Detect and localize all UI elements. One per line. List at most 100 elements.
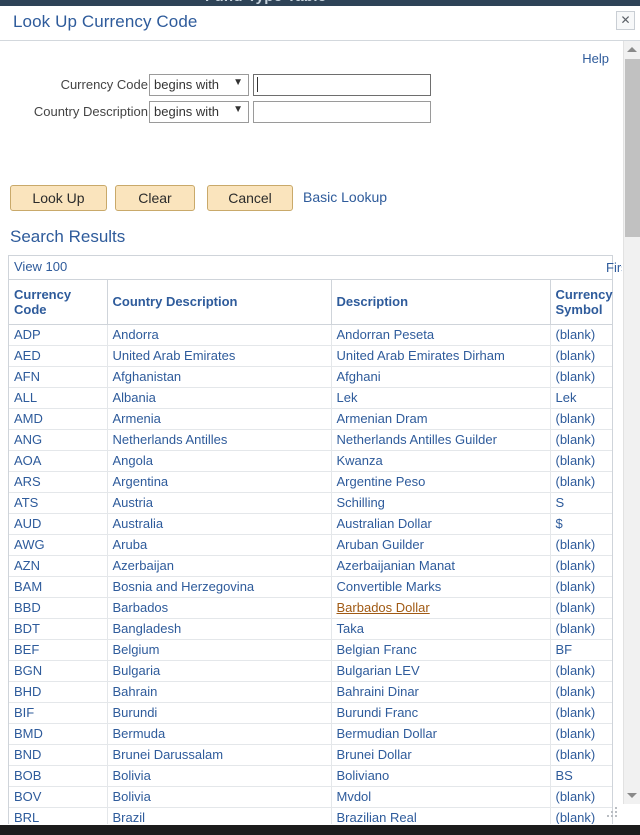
cell-link[interactable]: Bolivia: [113, 768, 151, 783]
cell-link[interactable]: Angola: [113, 453, 153, 468]
cell-link[interactable]: Schilling: [337, 495, 385, 510]
cell-link[interactable]: Bahraini Dinar: [337, 684, 419, 699]
scroll-up-arrow-icon[interactable]: [624, 41, 640, 58]
cell-link[interactable]: Burundi Franc: [337, 705, 419, 720]
cell-link[interactable]: Brunei Darussalam: [113, 747, 224, 762]
cell-link[interactable]: Lek: [556, 390, 577, 405]
column-header-description[interactable]: Description: [331, 280, 551, 325]
cell-link[interactable]: Andorra: [113, 327, 159, 342]
table-cell: AOA: [9, 450, 108, 472]
cell-link[interactable]: United Arab Emirates: [113, 348, 236, 363]
cell-link[interactable]: BRL: [14, 810, 39, 824]
cell-link[interactable]: United Arab Emirates Dirham: [337, 348, 505, 363]
cell-link[interactable]: AZN: [14, 558, 40, 573]
cell-link[interactable]: ADP: [14, 327, 41, 342]
cell-link[interactable]: Bulgarian LEV: [337, 663, 420, 678]
resize-grip-icon[interactable]: [607, 807, 620, 820]
currency-code-operator-select[interactable]: begins with ▼: [149, 74, 249, 96]
cell-link[interactable]: Belgium: [113, 642, 160, 657]
cell-link[interactable]: Brazil: [113, 810, 146, 824]
column-header-country-description[interactable]: Country Description: [107, 280, 332, 325]
cell-link[interactable]: Burundi: [113, 705, 158, 720]
cell-link[interactable]: AWG: [14, 537, 45, 552]
cell-link[interactable]: Australia: [113, 516, 164, 531]
cell-link[interactable]: Boliviano: [337, 768, 390, 783]
cell-link[interactable]: Convertible Marks: [337, 579, 442, 594]
scroll-down-arrow-icon[interactable]: [624, 787, 640, 804]
look-up-button[interactable]: Look Up: [10, 185, 107, 211]
scrollbar-thumb[interactable]: [625, 59, 640, 237]
column-header-currency-symbol[interactable]: Currency Symbol: [550, 280, 613, 325]
cell-link[interactable]: BOB: [14, 768, 41, 783]
cell-link[interactable]: ANG: [14, 432, 42, 447]
cell-link[interactable]: Albania: [113, 390, 156, 405]
view-count-link[interactable]: View 100: [14, 259, 67, 274]
cell-link[interactable]: BHD: [14, 684, 41, 699]
cell-link[interactable]: BEF: [14, 642, 39, 657]
cell-link[interactable]: Bosnia and Herzegovina: [113, 579, 255, 594]
cell-link[interactable]: Belgian Franc: [337, 642, 417, 657]
country-description-input[interactable]: [253, 101, 431, 123]
cell-link[interactable]: BND: [14, 747, 41, 762]
country-description-operator-select[interactable]: begins with ▼: [149, 101, 249, 123]
cell-link[interactable]: AFN: [14, 369, 40, 384]
cell-link[interactable]: Bolivia: [113, 789, 151, 804]
cell-link[interactable]: Taka: [337, 621, 364, 636]
cell-link[interactable]: Kwanza: [337, 453, 383, 468]
cell-link[interactable]: Australian Dollar: [337, 516, 432, 531]
table-cell: Netherlands Antilles Guilder: [331, 429, 551, 451]
cell-link[interactable]: Netherlands Antilles Guilder: [337, 432, 497, 447]
cell-link[interactable]: Azerbaijan: [113, 558, 174, 573]
close-icon[interactable]: ✕: [616, 11, 635, 30]
cell-link[interactable]: AED: [14, 348, 41, 363]
help-link[interactable]: Help: [582, 51, 609, 66]
dialog-vertical-scrollbar[interactable]: [623, 41, 640, 804]
cell-link[interactable]: AOA: [14, 453, 41, 468]
cell-link[interactable]: Azerbaijanian Manat: [337, 558, 456, 573]
cell-link[interactable]: ARS: [14, 474, 41, 489]
cell-link[interactable]: Afghani: [337, 369, 381, 384]
cell-link[interactable]: Austria: [113, 495, 153, 510]
cell-link[interactable]: Armenia: [113, 411, 161, 426]
cell-link[interactable]: BOV: [14, 789, 41, 804]
cell-link[interactable]: Armenian Dram: [337, 411, 428, 426]
first-page-link[interactable]: First: [606, 260, 622, 275]
cell-link[interactable]: ATS: [14, 495, 38, 510]
cell-link[interactable]: BF: [556, 642, 573, 657]
cell-link[interactable]: $: [556, 516, 563, 531]
cell-link[interactable]: AMD: [14, 411, 43, 426]
cell-link[interactable]: BMD: [14, 726, 43, 741]
cell-link[interactable]: Brunei Dollar: [337, 747, 412, 762]
cell-link[interactable]: Bermuda: [113, 726, 166, 741]
cell-link[interactable]: BAM: [14, 579, 42, 594]
cell-link[interactable]: Afghanistan: [113, 369, 182, 384]
cell-link[interactable]: S: [556, 495, 565, 510]
basic-lookup-link[interactable]: Basic Lookup: [303, 189, 387, 205]
clear-button[interactable]: Clear: [115, 185, 195, 211]
cell-link[interactable]: ALL: [14, 390, 37, 405]
cell-link[interactable]: BGN: [14, 663, 42, 678]
cell-link[interactable]: AUD: [14, 516, 41, 531]
cell-link[interactable]: Bermudian Dollar: [337, 726, 437, 741]
cell-link[interactable]: Netherlands Antilles: [113, 432, 228, 447]
cell-link[interactable]: BIF: [14, 705, 34, 720]
cell-link[interactable]: Barbados: [113, 600, 169, 615]
cell-link[interactable]: Bulgaria: [113, 663, 161, 678]
cell-link[interactable]: Andorran Peseta: [337, 327, 435, 342]
cell-link[interactable]: Mvdol: [337, 789, 372, 804]
cell-link[interactable]: Argentine Peso: [337, 474, 426, 489]
cell-link[interactable]: Argentina: [113, 474, 169, 489]
cell-link[interactable]: BS: [556, 768, 573, 783]
cancel-button[interactable]: Cancel: [207, 185, 293, 211]
cell-link[interactable]: Barbados Dollar: [337, 600, 430, 615]
cell-link[interactable]: Lek: [337, 390, 358, 405]
cell-link[interactable]: Bahrain: [113, 684, 158, 699]
currency-code-input[interactable]: [253, 74, 431, 96]
cell-link[interactable]: Aruban Guilder: [337, 537, 424, 552]
cell-link[interactable]: BBD: [14, 600, 41, 615]
cell-link[interactable]: Brazilian Real: [337, 810, 417, 824]
column-header-currency-code[interactable]: Currency Code: [9, 280, 108, 325]
cell-link[interactable]: Bangladesh: [113, 621, 182, 636]
cell-link[interactable]: Aruba: [113, 537, 148, 552]
cell-link[interactable]: BDT: [14, 621, 40, 636]
